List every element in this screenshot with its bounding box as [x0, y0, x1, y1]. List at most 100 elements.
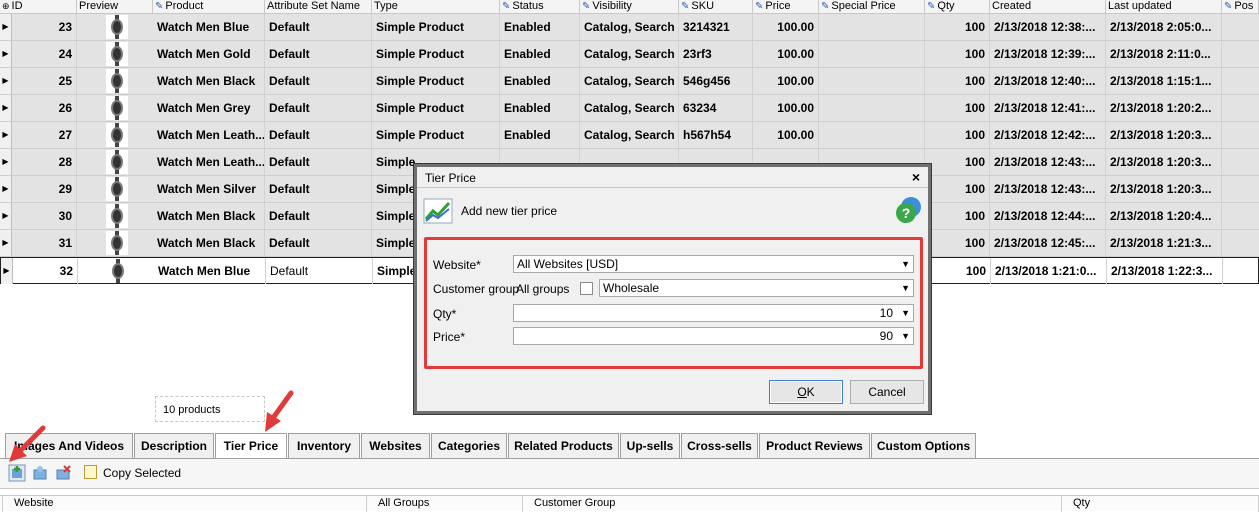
cell-type[interactable]: Simple Product — [372, 122, 500, 148]
cell-created[interactable]: 2/13/2018 12:42:... — [990, 122, 1106, 148]
cell-attr-set[interactable]: Default — [265, 149, 372, 175]
cell-updated[interactable]: 2/13/2018 1:20:2... — [1106, 95, 1222, 121]
cell-product[interactable]: Watch Men Grey — [153, 95, 265, 121]
cell-type[interactable]: Simple Product — [372, 41, 500, 67]
cell-updated[interactable]: 2/13/2018 2:11:0... — [1106, 41, 1222, 67]
cell-created[interactable]: 2/13/2018 1:21:0... — [991, 258, 1107, 284]
cell-qty[interactable]: 100 — [925, 203, 990, 229]
cell-type[interactable]: Simple Product — [372, 68, 500, 94]
column-header-qty[interactable]: ✎ Qty — [925, 0, 990, 14]
close-icon[interactable]: × — [912, 169, 920, 185]
table-row[interactable]: ▶ 23 Watch Men Blue Default Simple Product En… — [0, 14, 1259, 41]
cell-created[interactable]: 2/13/2018 12:43:... — [990, 149, 1106, 175]
cell-qty[interactable]: 100 — [925, 122, 990, 148]
cell-id[interactable]: 31 — [12, 230, 77, 256]
row-indicator-icon[interactable]: ▶ — [0, 95, 12, 121]
row-indicator-icon[interactable]: ▶ — [1, 258, 13, 284]
cell-qty[interactable]: 100 — [925, 95, 990, 121]
cell-product[interactable]: Watch Men Leath... — [153, 149, 265, 175]
cell-product[interactable]: Watch Men Blue — [153, 14, 265, 40]
cell-type[interactable]: Simple Product — [372, 14, 500, 40]
cell-status[interactable]: Enabled — [500, 41, 580, 67]
tab-tier-price[interactable]: Tier Price — [215, 433, 287, 459]
column-header-special-price[interactable]: ✎ Special Price — [819, 0, 925, 14]
cell-price[interactable]: 100.00 — [753, 95, 819, 121]
tier-column-website[interactable]: Website — [11, 496, 367, 512]
cell-status[interactable]: Enabled — [500, 122, 580, 148]
tab-categories[interactable]: Categories — [431, 433, 507, 458]
tab-cross-sells[interactable]: Cross-sells — [681, 433, 758, 458]
cell-special-price[interactable] — [819, 122, 925, 148]
cell-qty[interactable]: 100 — [925, 149, 990, 175]
table-row[interactable]: ▶ 27 Watch Men Leath... Default Simple Produ… — [0, 122, 1259, 149]
cell-created[interactable]: 2/13/2018 12:39:... — [990, 41, 1106, 67]
cell-id[interactable]: 24 — [12, 41, 77, 67]
table-row[interactable]: ▶ 25 Watch Men Black Default Simple Product E… — [0, 68, 1259, 95]
cell-updated[interactable]: 2/13/2018 1:20:3... — [1106, 149, 1222, 175]
cell-attr-set[interactable]: Default — [265, 176, 372, 202]
add-tier-price-icon[interactable] — [8, 464, 26, 482]
column-header-id[interactable]: ⊕ ID — [0, 0, 77, 14]
cell-updated[interactable]: 2/13/2018 1:20:4... — [1106, 203, 1222, 229]
cell-attr-set[interactable]: Default — [265, 95, 372, 121]
cell-qty[interactable]: 100 — [925, 41, 990, 67]
tier-column-qty[interactable]: Qty — [1070, 496, 1259, 512]
cell-visibility[interactable]: Catalog, Search — [580, 41, 679, 67]
cancel-button[interactable]: Cancel — [850, 380, 924, 404]
cell-id[interactable]: 25 — [12, 68, 77, 94]
all-groups-checkbox[interactable] — [580, 282, 593, 295]
cell-product[interactable]: Watch Men Silver — [153, 176, 265, 202]
column-header-visibility[interactable]: ✎ Visibility — [580, 0, 679, 14]
cell-created[interactable]: 2/13/2018 12:40:... — [990, 68, 1106, 94]
cell-attr-set[interactable]: Default — [265, 230, 372, 256]
cell-product[interactable]: Watch Men Black — [153, 68, 265, 94]
edit-tier-price-icon[interactable] — [31, 464, 49, 482]
tab-up-sells[interactable]: Up-sells — [620, 433, 680, 458]
row-indicator-icon[interactable]: ▶ — [0, 230, 12, 256]
cell-visibility[interactable]: Catalog, Search — [580, 122, 679, 148]
cell-price[interactable]: 100.00 — [753, 14, 819, 40]
cell-product[interactable]: Watch Men Leath... — [153, 122, 265, 148]
cell-status[interactable]: Enabled — [500, 14, 580, 40]
cell-updated[interactable]: 2/13/2018 1:15:1... — [1106, 68, 1222, 94]
cell-status[interactable]: Enabled — [500, 95, 580, 121]
cell-attr-set[interactable]: Default — [266, 258, 373, 284]
cell-qty[interactable]: 100 — [925, 176, 990, 202]
tier-column-customer-group[interactable]: Customer Group — [531, 496, 1062, 512]
cell-product[interactable]: Watch Men Black — [153, 203, 265, 229]
cell-status[interactable]: Enabled — [500, 68, 580, 94]
row-indicator-icon[interactable]: ▶ — [0, 203, 12, 229]
row-indicator-icon[interactable]: ▶ — [0, 68, 12, 94]
cell-id[interactable]: 26 — [12, 95, 77, 121]
cell-id[interactable]: 27 — [12, 122, 77, 148]
cell-special-price[interactable] — [819, 68, 925, 94]
cell-updated[interactable]: 2/13/2018 1:20:3... — [1106, 176, 1222, 202]
column-header-attribute-set-name[interactable]: Attribute Set Name — [265, 0, 372, 14]
row-indicator-icon[interactable]: ▶ — [0, 176, 12, 202]
column-header-sku[interactable]: ✎ SKU — [679, 0, 753, 14]
cell-visibility[interactable]: Catalog, Search — [580, 95, 679, 121]
cell-qty[interactable]: 100 — [926, 258, 991, 284]
cell-attr-set[interactable]: Default — [265, 14, 372, 40]
tab-inventory[interactable]: Inventory — [288, 433, 360, 458]
tier-column-all-groups[interactable]: All Groups — [375, 496, 523, 512]
column-header-type[interactable]: Type — [372, 0, 500, 14]
qty-input[interactable]: 10 ▼ — [513, 304, 914, 322]
cell-id[interactable]: 23 — [12, 14, 77, 40]
ok-button[interactable]: OK — [769, 380, 843, 404]
cell-qty[interactable]: 100 — [925, 14, 990, 40]
cell-id[interactable]: 32 — [13, 258, 78, 284]
cell-id[interactable]: 28 — [12, 149, 77, 175]
cell-price[interactable]: 100.00 — [753, 122, 819, 148]
row-indicator-icon[interactable]: ▶ — [0, 149, 12, 175]
cell-created[interactable]: 2/13/2018 12:38:... — [990, 14, 1106, 40]
tab-websites[interactable]: Websites — [361, 433, 430, 458]
website-select[interactable]: All Websites [USD] ▼ — [513, 255, 914, 273]
tab-custom-options[interactable]: Custom Options — [871, 433, 976, 458]
cell-attr-set[interactable]: Default — [265, 68, 372, 94]
cell-sku[interactable]: 546g456 — [679, 68, 753, 94]
tab-description[interactable]: Description — [134, 433, 214, 458]
cell-qty[interactable]: 100 — [925, 68, 990, 94]
cell-id[interactable]: 30 — [12, 203, 77, 229]
tab-product-reviews[interactable]: Product Reviews — [759, 433, 870, 458]
